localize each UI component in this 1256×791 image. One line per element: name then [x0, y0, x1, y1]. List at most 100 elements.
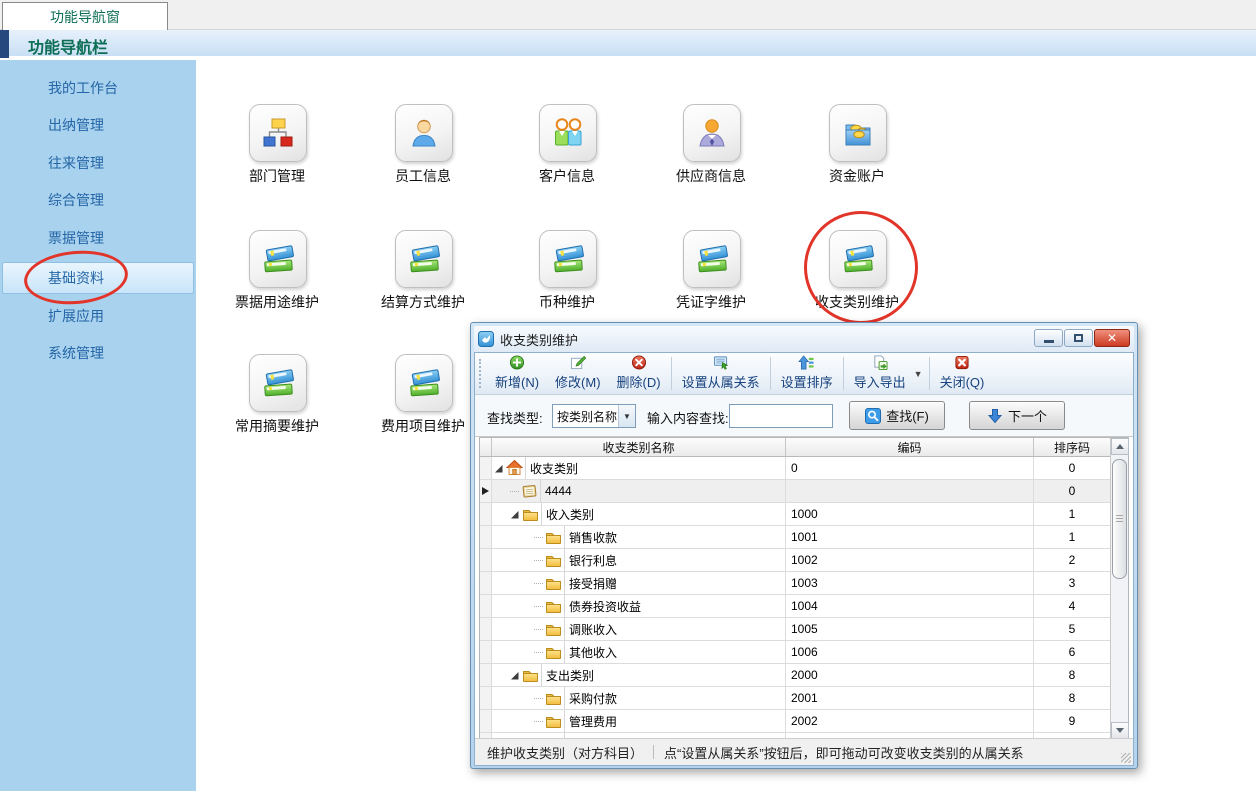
column-header-code[interactable]: 编码 — [786, 438, 1034, 456]
toolbar-separator — [929, 357, 930, 390]
dialog-title: 收支类别维护 — [500, 330, 578, 349]
tree-expander-icon[interactable] — [510, 510, 519, 519]
scroll-up-icon — [1116, 444, 1124, 449]
tree-grid-row[interactable]: 其他收入10066 — [480, 641, 1110, 664]
tree-expander-icon[interactable] — [494, 464, 503, 473]
app-tile-settlement[interactable] — [395, 230, 453, 288]
tree-grid-row[interactable]: 销售收款10011 — [480, 526, 1110, 549]
row-selector-cell[interactable] — [480, 503, 492, 525]
funds-folder-icon — [841, 116, 875, 150]
modify-button[interactable]: 修改(M) — [547, 353, 609, 394]
close-button[interactable]: ✕ — [1094, 329, 1130, 347]
sidebar-item-contacts[interactable]: 往来管理 — [0, 149, 196, 177]
vertical-scrollbar[interactable] — [1110, 438, 1128, 739]
sidebar-item-cashier[interactable]: 出纳管理 — [0, 111, 196, 139]
row-selector-cell[interactable] — [480, 572, 492, 594]
row-selector-cell[interactable] — [480, 710, 492, 732]
folder-icon — [545, 552, 562, 568]
column-header-name[interactable]: 收支类别名称 — [492, 438, 786, 456]
app-tile-expense-item[interactable] — [395, 354, 453, 412]
minimize-button[interactable] — [1034, 329, 1063, 347]
delete-button[interactable]: 删除(D) — [609, 353, 669, 394]
app-tile-department[interactable] — [249, 104, 307, 162]
row-selector-cell[interactable] — [480, 526, 492, 548]
row-selector-cell[interactable] — [480, 687, 492, 709]
import-export-dropdown-arrow[interactable]: ▼ — [914, 369, 923, 379]
row-selector-cell[interactable] — [480, 457, 492, 479]
statusbar-left-text: 维护收支类别（对方科目） — [487, 743, 643, 762]
app-tile-voucher-word[interactable] — [683, 230, 741, 288]
name-cell: 银行利息 — [492, 549, 786, 571]
search-type-combobox[interactable]: 按类别名称 ▼ — [552, 404, 636, 428]
next-button[interactable]: 下一个 — [969, 401, 1065, 430]
app-tile-funds[interactable] — [829, 104, 887, 162]
tree-grid-row[interactable]: 银行利息10022 — [480, 549, 1110, 572]
name-cell: 管理费用 — [492, 710, 786, 732]
set-relation-button[interactable]: 设置从属关系 — [674, 353, 768, 394]
row-selector-cell[interactable] — [480, 618, 492, 640]
tree-grid-row[interactable]: 管理费用20029 — [480, 710, 1110, 733]
find-button[interactable]: 查找(F) — [849, 401, 945, 430]
category-tree-grid: 收支类别名称 编码 排序码 收支类别0044440收入类别10001销售收款10… — [479, 437, 1129, 740]
nav-header: 功能导航栏 — [0, 30, 1256, 58]
sidebar-item-extended-apps[interactable]: 扩展应用 — [0, 302, 196, 330]
add-icon — [509, 355, 525, 370]
category-code: 1004 — [786, 595, 1034, 617]
row-selector-cell[interactable] — [480, 549, 492, 571]
app-label: 供应商信息 — [631, 166, 791, 186]
import-export-button[interactable]: 导入导出 — [846, 353, 914, 394]
grid-rows: 收支类别0044440收入类别10001销售收款10011银行利息10022接受… — [480, 457, 1110, 740]
close-dialog-button[interactable]: 关闭(Q) — [932, 353, 993, 394]
category-code: 1005 — [786, 618, 1034, 640]
maximize-button[interactable] — [1064, 329, 1093, 347]
sidebar-item-system[interactable]: 系统管理 — [0, 339, 196, 367]
sidebar-item-my-workbench[interactable]: 我的工作台 — [0, 74, 196, 102]
row-selector-cell[interactable] — [480, 641, 492, 663]
tree-grid-row[interactable]: 44440 — [480, 480, 1110, 503]
app-tile-customers[interactable] — [539, 104, 597, 162]
tree-grid-row[interactable]: 支出类别20008 — [480, 664, 1110, 687]
statusbar-right-text: 点“设置从属关系”按钮后，即可拖动可改变收支类别的从属关系 — [664, 743, 1024, 762]
sidebar-item-bills[interactable]: 票据管理 — [0, 224, 196, 252]
down-arrow-icon — [987, 408, 1003, 424]
scroll-down-button[interactable] — [1111, 722, 1129, 739]
tree-grid-row[interactable]: 接受捐赠10033 — [480, 572, 1110, 595]
app-tile-common-summary[interactable] — [249, 354, 307, 412]
row-selector-cell[interactable] — [480, 664, 492, 686]
search-input-label: 输入内容查找: — [647, 408, 729, 427]
tree-grid-row[interactable]: 采购付款20018 — [480, 687, 1110, 710]
tab-function-nav[interactable]: 功能导航窗 — [2, 2, 168, 30]
app-tile-employee[interactable] — [395, 104, 453, 162]
search-input[interactable] — [729, 404, 833, 428]
column-header-sort[interactable]: 排序码 — [1034, 438, 1110, 456]
search-icon — [865, 408, 881, 424]
close-square-icon — [954, 355, 970, 370]
toolbar-separator — [770, 357, 771, 390]
tree-grid-row[interactable]: 债券投资收益10044 — [480, 595, 1110, 618]
chevron-down-icon[interactable]: ▼ — [618, 405, 635, 427]
app-tile-supplier[interactable] — [683, 104, 741, 162]
scrollbar-thumb[interactable] — [1112, 459, 1127, 579]
row-selector-cell[interactable] — [480, 480, 492, 502]
row-selector-cell[interactable] — [480, 595, 492, 617]
dialog-titlebar[interactable]: 收支类别维护 ✕ — [474, 326, 1134, 352]
nav-header-title: 功能导航栏 — [28, 34, 108, 58]
app-tile-currency[interactable] — [539, 230, 597, 288]
minimize-icon — [1044, 340, 1054, 343]
app-label: 资金账户 — [777, 166, 937, 186]
org-chart-icon — [261, 116, 295, 150]
resize-grip[interactable] — [1121, 753, 1131, 763]
category-name: 其他收入 — [564, 641, 785, 663]
app-tile-bill-usage[interactable] — [249, 230, 307, 288]
sidebar-item-comprehensive[interactable]: 综合管理 — [0, 186, 196, 214]
tree-grid-row[interactable]: 收支类别00 — [480, 457, 1110, 480]
home-icon — [506, 460, 523, 476]
tree-grid-row[interactable]: 收入类别10001 — [480, 503, 1110, 526]
add-button[interactable]: 新增(N) — [487, 353, 547, 394]
app-label: 员工信息 — [343, 166, 503, 186]
sidebar-item-label: 票据管理 — [48, 228, 104, 248]
tree-expander-icon[interactable] — [510, 671, 519, 680]
set-sort-button[interactable]: 设置排序 — [773, 353, 841, 394]
scroll-up-button[interactable] — [1111, 438, 1129, 455]
tree-grid-row[interactable]: 调账收入10055 — [480, 618, 1110, 641]
